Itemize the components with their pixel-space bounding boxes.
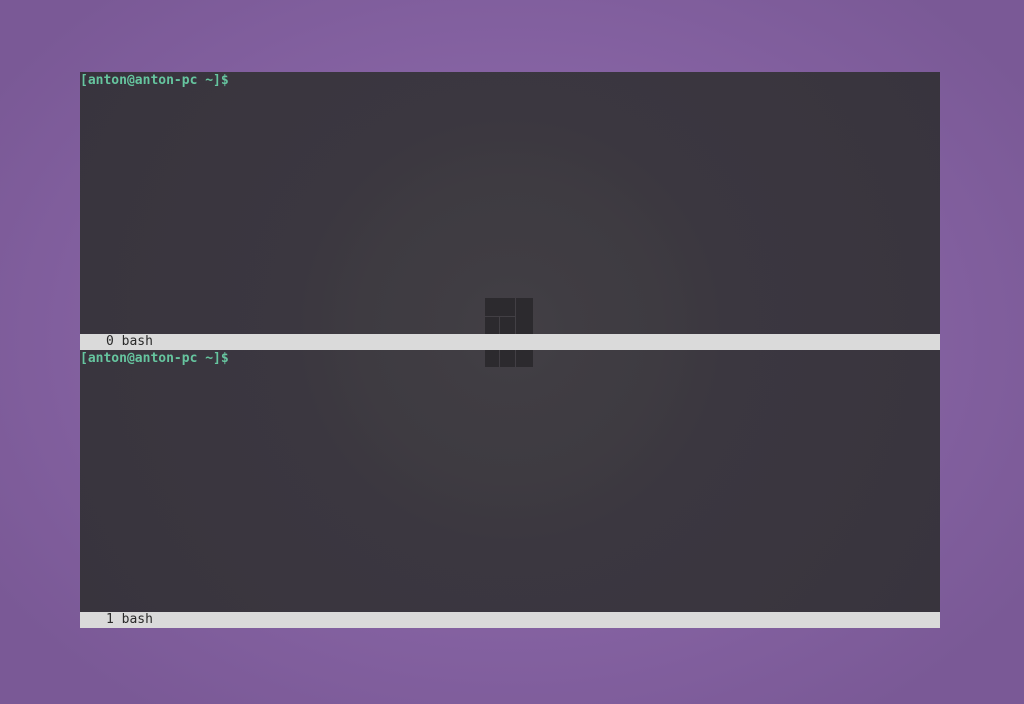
shell-prompt: [anton@anton-pc ~]$	[80, 72, 237, 89]
cursor	[229, 350, 237, 365]
prompt-text: [anton@anton-pc ~]$	[80, 73, 229, 88]
tmux-status-bar: 1 bash	[80, 612, 940, 628]
terminal-pane-0[interactable]: [anton@anton-pc ~]$	[80, 72, 940, 334]
window-status-label[interactable]: 1 bash	[106, 612, 153, 628]
terminal-pane-1[interactable]: [anton@anton-pc ~]$	[80, 350, 940, 612]
cursor	[229, 72, 237, 87]
tmux-status-bar: 0 bash	[80, 334, 940, 350]
prompt-text: [anton@anton-pc ~]$	[80, 351, 229, 366]
terminal-window[interactable]: [anton@anton-pc ~]$ 0 bash [anton@anton-…	[80, 72, 940, 628]
window-status-label[interactable]: 0 bash	[106, 334, 153, 350]
shell-prompt: [anton@anton-pc ~]$	[80, 350, 237, 367]
